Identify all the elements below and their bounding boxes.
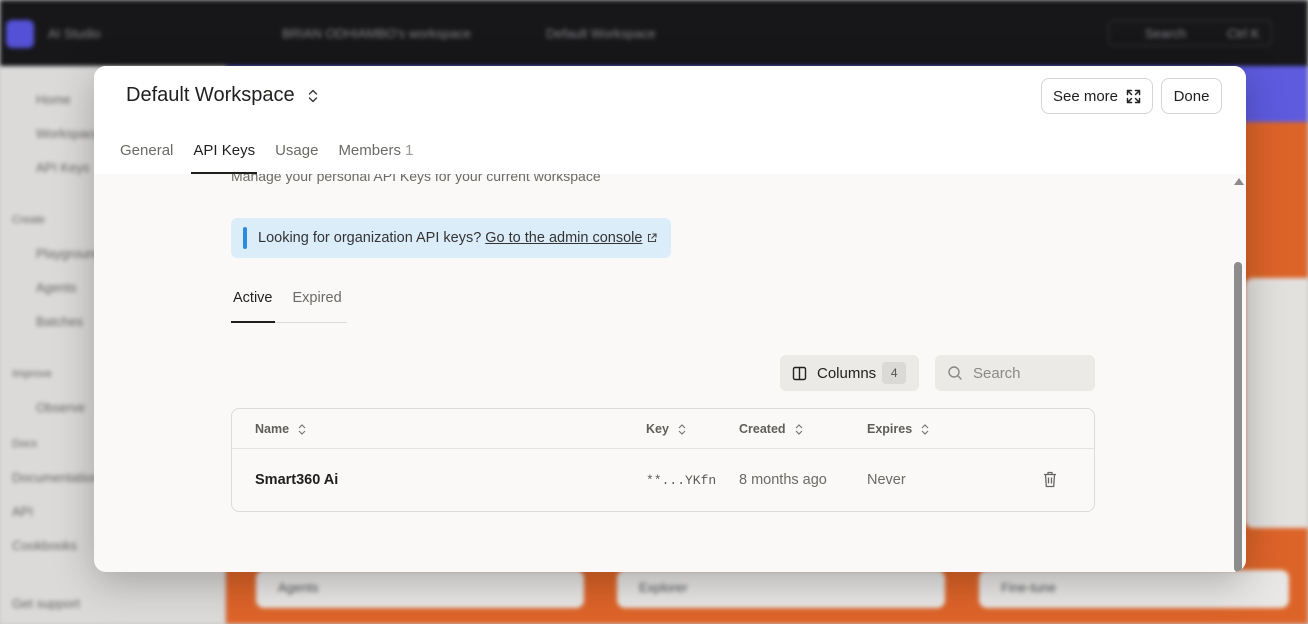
tab-label: Members xyxy=(338,142,401,159)
tab-label: Usage xyxy=(275,142,319,159)
table-header: Name Key Created Expires xyxy=(232,409,1094,449)
sort-icon xyxy=(298,423,306,435)
tab-api-keys[interactable]: API Keys xyxy=(191,142,257,174)
column-header-label: Created xyxy=(739,422,786,436)
workspace-switcher[interactable]: Default Workspace xyxy=(126,84,319,107)
modal-tabs: General API Keys Usage Members 1 xyxy=(120,142,433,174)
org-keys-notice: Looking for organization API keys? Go to… xyxy=(231,218,672,258)
tab-usage[interactable]: Usage xyxy=(275,142,318,174)
expand-icon xyxy=(1126,89,1141,103)
search-icon xyxy=(948,366,962,380)
tab-label: General xyxy=(120,142,174,159)
done-button[interactable]: Done xyxy=(1161,78,1222,114)
modal-header: Default Workspace See more Done General … xyxy=(94,66,1246,174)
admin-console-link[interactable]: Go to the admin console xyxy=(485,230,642,246)
trash-icon[interactable] xyxy=(1043,471,1057,488)
sort-icon xyxy=(921,423,929,435)
panel-subtitle: Manage your personal API Keys for your c… xyxy=(231,174,601,184)
column-header-label: Name xyxy=(255,422,290,436)
key-created: 8 months ago xyxy=(739,472,827,488)
modal-title: Default Workspace xyxy=(126,84,295,106)
column-header-key[interactable]: Key xyxy=(646,422,686,436)
column-header-expires[interactable]: Expires xyxy=(867,422,929,436)
subtab-label: Expired xyxy=(292,290,342,306)
scroll-up-arrow[interactable] xyxy=(1234,178,1244,185)
sort-icon xyxy=(678,423,686,435)
chevron-up-down-icon[interactable] xyxy=(307,88,319,104)
tab-members[interactable]: Members 1 xyxy=(338,142,413,174)
table-row: Smart360 Ai **...YKfn 8 months ago Never xyxy=(232,450,1094,511)
external-link-icon xyxy=(648,233,658,243)
tab-label: API Keys xyxy=(193,142,256,159)
columns-icon xyxy=(792,366,807,380)
key-status-tabs: Active Expired xyxy=(231,282,347,323)
notice-accent-bar xyxy=(243,227,247,249)
api-keys-panel: Manage your personal API Keys for your c… xyxy=(94,174,1246,572)
see-more-button[interactable]: See more xyxy=(1041,78,1153,114)
column-header-created[interactable]: Created xyxy=(739,422,803,436)
columns-label: Columns xyxy=(817,364,877,382)
key-name: Smart360 Ai xyxy=(255,472,339,488)
column-header-label: Key xyxy=(646,422,669,436)
key-expires: Never xyxy=(867,472,906,488)
tab-general[interactable]: General xyxy=(120,142,173,174)
column-header-label: Expires xyxy=(867,422,913,436)
subtab-label: Active xyxy=(233,290,273,306)
columns-count-badge: 4 xyxy=(882,362,907,384)
columns-button[interactable]: Columns 4 xyxy=(780,355,919,391)
members-count: 1 xyxy=(404,142,414,159)
key-search xyxy=(935,355,1095,391)
key-value: **...YKfn xyxy=(646,473,717,488)
workspace-modal: Default Workspace See more Done General … xyxy=(94,66,1246,572)
sort-icon xyxy=(795,423,802,435)
see-more-label: See more xyxy=(1052,87,1119,105)
subtab-expired[interactable]: Expired xyxy=(291,282,344,322)
search-input[interactable] xyxy=(973,364,1083,382)
subtab-active[interactable]: Active xyxy=(231,282,275,323)
scrollbar-thumb[interactable] xyxy=(1234,262,1242,572)
api-keys-table: Name Key Created Expires Smart360 Ai **.… xyxy=(231,408,1095,512)
column-header-name[interactable]: Name xyxy=(255,422,306,436)
notice-text: Looking for organization API keys? xyxy=(258,230,482,246)
